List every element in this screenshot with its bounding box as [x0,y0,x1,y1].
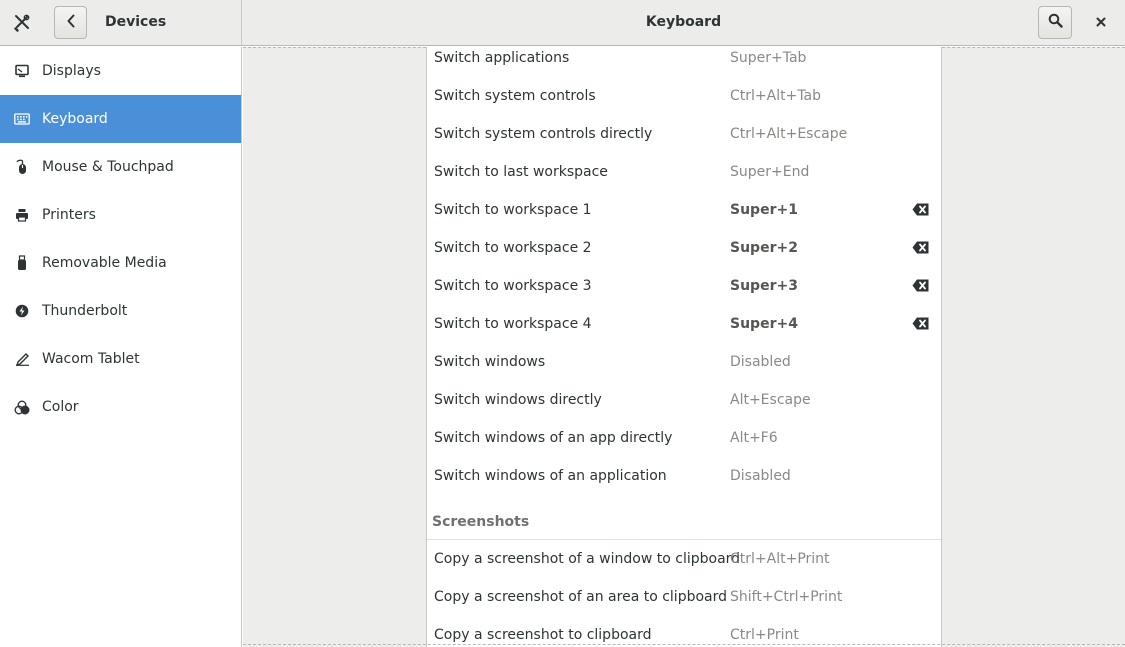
sidebar-item-label: Displays [42,63,101,79]
shortcut-name: Switch system controls directly [434,126,653,142]
shortcut-name: Switch windows of an application [434,468,667,484]
shortcut-accel: Alt+Escape [730,392,811,408]
shortcut-accel: Ctrl+Alt+Escape [730,126,848,142]
shortcut-accel: Ctrl+Print [730,627,799,643]
shortcut-name: Switch windows directly [434,392,602,408]
shortcut-row[interactable]: Switch windows directly Alt+Escape [427,381,941,419]
close-button[interactable] [1090,13,1112,33]
shortcut-row[interactable]: Switch to workspace 1 Super+1 [427,191,941,229]
shortcuts-list[interactable]: Switch applications Super+Tab Switch sys… [426,47,942,647]
shortcut-row[interactable]: Copy a screenshot of an area to clipboar… [427,578,941,616]
shortcut-row[interactable]: Copy a screenshot to clipboard Ctrl+Prin… [427,616,941,647]
sidebar-item-mouse-touchpad[interactable]: Mouse & Touchpad [0,143,241,191]
header-left-section: Devices [0,0,242,46]
sidebar-item-removable-media[interactable]: Removable Media [0,239,241,287]
settings-tools-icon [13,14,31,32]
printer-icon [14,207,30,223]
shortcut-accel: Super+3 [730,278,798,294]
search-button[interactable] [1038,6,1072,39]
back-button[interactable] [54,6,87,39]
section-heading-screenshots: Screenshots [432,514,530,530]
shortcut-name: Switch system controls [434,88,596,104]
shortcut-name: Copy a screenshot of a window to clipboa… [434,551,741,567]
shortcut-accel: Disabled [730,468,791,484]
shortcut-accel: Ctrl+Alt+Print [730,551,830,567]
thunderbolt-icon [14,303,30,319]
shortcut-row[interactable]: Switch to workspace 4 Super+4 [427,305,941,343]
shortcut-accel: Super+2 [730,240,798,256]
content-area: Switch applications Super+Tab Switch sys… [243,47,1125,647]
reset-shortcut-icon[interactable] [912,279,929,292]
color-icon [14,399,30,415]
shortcut-row[interactable]: Switch windows of an application Disable… [427,457,941,495]
shortcut-row[interactable]: Copy a screenshot of a window to clipboa… [427,540,941,578]
shortcut-name: Switch to workspace 3 [434,278,592,294]
section-title: Devices [105,14,167,30]
sidebar-item-color[interactable]: Color [0,383,241,431]
reset-shortcut-icon[interactable] [912,317,929,330]
shortcut-row[interactable]: Switch system controls directly Ctrl+Alt… [427,115,941,153]
shortcut-accel: Super+1 [730,202,798,218]
page-title: Keyboard [645,14,722,30]
sidebar-item-label: Wacom Tablet [42,351,140,367]
sidebar-item-label: Mouse & Touchpad [42,159,174,175]
sidebar-item-label: Printers [42,207,96,223]
close-icon [1096,15,1106,31]
keyboard-icon [14,111,30,127]
mouse-icon [14,159,30,175]
shortcut-name: Switch windows [434,354,546,370]
reset-shortcut-icon[interactable] [912,241,929,254]
shortcut-name: Switch to workspace 1 [434,202,592,218]
sidebar-item-label: Thunderbolt [42,303,128,319]
shortcut-row[interactable]: Switch to workspace 3 Super+3 [427,267,941,305]
shortcut-accel: Alt+F6 [730,430,778,446]
shortcut-accel: Shift+Ctrl+Print [730,589,843,605]
shortcut-name: Switch to workspace 2 [434,240,592,256]
shortcut-accel: Super+Tab [730,50,807,66]
divider [243,644,1125,645]
usb-drive-icon [14,255,30,271]
shortcut-name: Switch to workspace 4 [434,316,592,332]
shortcut-row[interactable]: Switch windows of an app directly Alt+F6 [427,419,941,457]
shortcut-row[interactable]: Switch system controls Ctrl+Alt+Tab [427,77,941,115]
shortcut-row[interactable]: Switch windows Disabled [427,343,941,381]
search-icon [1048,13,1063,32]
reset-shortcut-icon[interactable] [912,203,929,216]
chevron-left-icon [66,14,76,32]
shortcut-name: Copy a screenshot of an area to clipboar… [434,589,728,605]
shortcut-row[interactable]: Switch applications Super+Tab [427,39,941,77]
shortcut-accel: Ctrl+Alt+Tab [730,88,822,104]
shortcut-accel: Super+4 [730,316,798,332]
sidebar: Displays Keyboard Mouse & Touchpad Print… [0,47,242,647]
shortcut-row[interactable]: Switch to last workspace Super+End [427,153,941,191]
sidebar-item-displays[interactable]: Displays [0,47,241,95]
shortcut-name: Switch applications [434,50,570,66]
sidebar-item-label: Keyboard [42,111,108,127]
sidebar-item-thunderbolt[interactable]: Thunderbolt [0,287,241,335]
shortcut-name: Switch to last workspace [434,164,608,180]
shortcut-row[interactable]: Switch to workspace 2 Super+2 [427,229,941,267]
sidebar-item-label: Color [42,399,79,415]
display-icon [14,63,30,79]
pen-tablet-icon [14,351,30,367]
sidebar-item-printers[interactable]: Printers [0,191,241,239]
sidebar-item-wacom-tablet[interactable]: Wacom Tablet [0,335,241,383]
shortcut-accel: Disabled [730,354,791,370]
shortcut-accel: Super+End [730,164,810,180]
shortcut-name: Copy a screenshot to clipboard [434,627,652,643]
sidebar-item-keyboard[interactable]: Keyboard [0,95,241,143]
sidebar-item-label: Removable Media [42,255,167,271]
shortcut-name: Switch windows of an app directly [434,430,673,446]
